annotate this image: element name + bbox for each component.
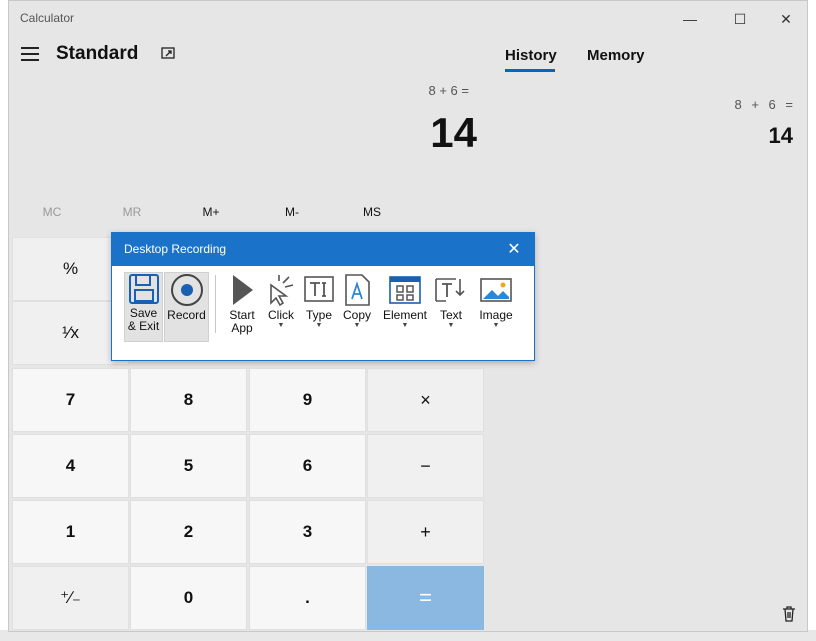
cursor-click-icon [270, 275, 294, 307]
text-capture-icon [435, 278, 465, 302]
trash-icon[interactable] [781, 605, 797, 623]
memory-row: MC MR M+ M- MS [13, 205, 493, 227]
background-app-left [0, 0, 8, 641]
screen: Calculator — ☐ ✕ Standard 8 + 6 = 14 MC … [0, 0, 816, 641]
plus-key[interactable]: + [367, 500, 484, 564]
hamburger-menu-icon[interactable] [21, 47, 39, 61]
copy-dropdown-chevron-icon[interactable]: ▼ [354, 322, 361, 330]
toolbar-separator [215, 275, 216, 333]
digit-0-key[interactable]: 0 [130, 566, 247, 630]
record-label: Record [167, 308, 206, 322]
element-dropdown-chevron-icon[interactable]: ▼ [402, 322, 409, 330]
minus-key[interactable]: − [367, 434, 484, 498]
image-dropdown-chevron-icon[interactable]: ▼ [493, 322, 500, 330]
minimize-button[interactable]: — [667, 6, 713, 32]
play-icon [233, 275, 253, 305]
memory-clear-button[interactable]: MC [17, 205, 87, 219]
multiply-key[interactable]: × [367, 368, 484, 432]
text-button[interactable]: Text ▼ [434, 273, 468, 345]
expression-display: 8 + 6 = [428, 83, 469, 98]
recording-toolbar: Save & Exit Record Start App Click ▼ Typ… [118, 269, 528, 355]
floppy-disk-icon [128, 274, 159, 304]
click-label: Click [268, 308, 294, 322]
digit-3-key[interactable]: 3 [249, 500, 366, 564]
result-display: 14 [430, 109, 477, 156]
digit-1-key[interactable]: 1 [12, 500, 129, 564]
mode-title: Standard [56, 43, 139, 64]
image-label: Image [479, 308, 513, 322]
digit-6-key[interactable]: 6 [249, 434, 366, 498]
type-button[interactable]: Type ▼ [302, 273, 336, 345]
memory-subtract-button[interactable]: M- [257, 205, 327, 219]
keep-on-top-icon[interactable] [161, 47, 175, 61]
copy-document-icon [345, 274, 370, 306]
text-label: Text [439, 308, 462, 322]
type-label: Type [305, 308, 332, 322]
element-grid-icon [389, 276, 421, 304]
maximize-button[interactable]: ☐ [717, 6, 763, 32]
click-button[interactable]: Click ▼ [264, 273, 298, 345]
tab-memory[interactable]: Memory [587, 47, 645, 64]
tab-history-indicator [505, 69, 555, 72]
copy-label: Copy [342, 308, 371, 322]
image-button[interactable]: Image ▼ [476, 273, 516, 345]
start-app-button[interactable]: Start App [222, 273, 262, 345]
save-label-line2: & Exit [127, 319, 160, 333]
background-app-right [808, 0, 816, 641]
tab-history[interactable]: History [505, 47, 557, 64]
memory-store-button[interactable]: MS [337, 205, 407, 219]
digit-7-key[interactable]: 7 [12, 368, 129, 432]
digit-8-key[interactable]: 8 [130, 368, 247, 432]
close-button[interactable]: ✕ [763, 6, 809, 32]
element-label: Element [382, 308, 428, 322]
type-text-icon [304, 276, 334, 302]
window-title: Calculator [20, 11, 75, 25]
record-button[interactable]: Record [164, 272, 209, 342]
recording-title-bar[interactable]: Desktop Recording ✕ [112, 233, 534, 266]
digit-2-key[interactable]: 2 [130, 500, 247, 564]
history-item-expression[interactable]: 8 + 6 = [609, 97, 793, 112]
decimal-key[interactable]: . [249, 566, 366, 630]
title-bar[interactable]: Calculator — ☐ ✕ [9, 1, 809, 35]
equals-key[interactable]: = [367, 566, 484, 630]
memory-recall-button[interactable]: MR [97, 205, 167, 219]
recording-close-button[interactable]: ✕ [504, 239, 524, 259]
text-dropdown-chevron-icon[interactable]: ▼ [448, 322, 455, 330]
type-dropdown-chevron-icon[interactable]: ▼ [316, 322, 323, 330]
copy-button[interactable]: Copy ▼ [340, 273, 374, 345]
digit-5-key[interactable]: 5 [130, 434, 247, 498]
save-exit-button[interactable]: Save & Exit [124, 272, 163, 342]
negate-key[interactable]: ⁺∕₋ [12, 566, 129, 630]
desktop-recording-panel: Desktop Recording ✕ Save & Exit Record S… [111, 232, 535, 361]
digit-4-key[interactable]: 4 [12, 434, 129, 498]
digit-9-key[interactable]: 9 [249, 368, 366, 432]
recording-title: Desktop Recording [124, 242, 227, 256]
memory-add-button[interactable]: M+ [176, 205, 246, 219]
history-item-result[interactable]: 14 [609, 123, 793, 149]
element-button[interactable]: Element ▼ [382, 273, 428, 345]
click-dropdown-chevron-icon[interactable]: ▼ [278, 322, 285, 330]
image-picture-icon [480, 278, 512, 302]
start-label-line2: App [231, 321, 253, 335]
record-icon [170, 274, 203, 306]
